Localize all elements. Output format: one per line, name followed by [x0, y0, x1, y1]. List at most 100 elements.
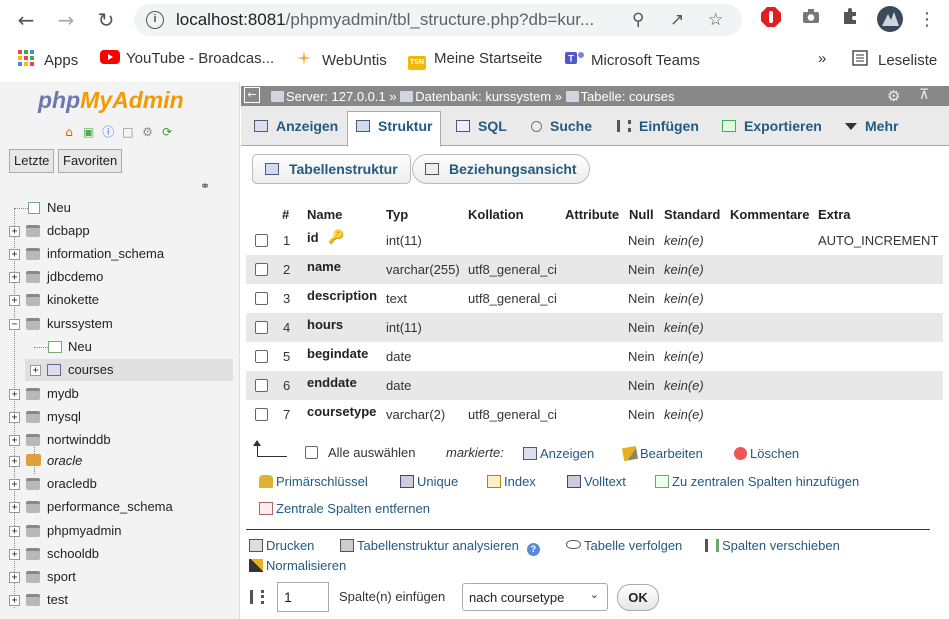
tree-db-sport[interactable]: + sport	[0, 566, 239, 588]
expand-icon[interactable]: +	[9, 295, 20, 306]
table-structure-button[interactable]: Tabellenstruktur	[252, 154, 411, 184]
collapse-icon[interactable]: −	[9, 319, 20, 330]
expand-icon[interactable]: +	[9, 412, 20, 423]
extensions-puzzle-icon[interactable]	[840, 6, 866, 32]
breadcrumb-table[interactable]: Tabelle: courses	[581, 89, 675, 104]
tree-db-kinokette[interactable]: + kinokette	[0, 289, 239, 311]
bulk-show-link[interactable]: Anzeigen	[523, 446, 594, 461]
reload-icon[interactable]: ↻	[92, 6, 120, 34]
expand-icon[interactable]: +	[9, 435, 20, 446]
expand-icon[interactable]: +	[30, 365, 41, 376]
bookmark-star-icon[interactable]: ☆	[708, 10, 723, 30]
tab-structure[interactable]: Struktur	[347, 111, 442, 147]
help-icon[interactable]: ?	[526, 543, 540, 556]
phpmyadmin-logo[interactable]: phpMyAdmin	[38, 87, 184, 114]
logout-icon[interactable]: ▣	[82, 125, 96, 139]
expand-icon[interactable]: +	[9, 549, 20, 560]
bookmark-youtube[interactable]: YouTube - Broadcas...	[100, 50, 274, 67]
bookmarks-more[interactable]: »	[818, 50, 826, 67]
adblock-extension-icon[interactable]	[760, 6, 786, 32]
tree-table-courses[interactable]: + courses	[25, 359, 233, 381]
settings-icon[interactable]: ⚙	[141, 125, 155, 139]
index-link[interactable]: Index	[487, 474, 536, 489]
recent-tab[interactable]: Letzte	[9, 149, 55, 173]
bulk-edit-link[interactable]: Bearbeiten	[621, 445, 703, 462]
tree-group-oracle[interactable]: + oracle	[0, 450, 239, 472]
expand-icon[interactable]: +	[9, 389, 20, 400]
expand-icon[interactable]: +	[9, 249, 20, 260]
column-position-select[interactable]: nach coursetype ⌄	[462, 583, 608, 611]
primary-key-link[interactable]: Primärschlüssel	[259, 474, 368, 489]
expand-icon[interactable]: +	[9, 572, 20, 583]
unique-link[interactable]: Unique	[400, 474, 458, 489]
tree-db-oracledb[interactable]: + oracledb	[0, 473, 239, 495]
tab-export[interactable]: Exportieren	[714, 112, 830, 146]
row-checkbox[interactable]	[255, 379, 268, 392]
tab-more[interactable]: Mehr	[837, 112, 906, 146]
back-arrow-icon[interactable]: ←	[12, 6, 40, 34]
tree-db-schooldb[interactable]: + schooldb	[0, 543, 239, 565]
bookmark-startseite[interactable]: TSN Meine Startseite	[408, 50, 542, 70]
tree-db-kurssystem[interactable]: − kurssystem	[0, 313, 239, 335]
tab-search[interactable]: Suche	[523, 112, 600, 146]
link-chain-icon[interactable]: ⚭	[200, 179, 210, 193]
camera-extension-icon[interactable]	[801, 6, 827, 32]
tree-db-mysql[interactable]: + mysql	[0, 406, 239, 428]
tab-insert[interactable]: Einfügen	[609, 112, 707, 146]
normalize-link[interactable]: Normalisieren	[249, 558, 346, 573]
row-checkbox[interactable]	[255, 408, 268, 421]
breadcrumb-server[interactable]: Server: 127.0.0.1	[286, 89, 386, 104]
tree-new-table[interactable]: Neu	[0, 336, 239, 358]
expand-icon[interactable]: +	[9, 526, 20, 537]
expand-icon[interactable]: +	[9, 479, 20, 490]
bulk-delete-link[interactable]: Löschen	[734, 446, 799, 461]
docs-icon[interactable]: □	[121, 125, 135, 139]
row-checkbox[interactable]	[255, 350, 268, 363]
tree-db-performance-schema[interactable]: + performance_schema	[0, 496, 239, 518]
address-bar[interactable]: i localhost:8081/phpmyadmin/tbl_structur…	[134, 4, 742, 36]
tree-db-test[interactable]: + test	[0, 589, 239, 611]
url-text[interactable]: localhost:8081/phpmyadmin/tbl_structure.…	[176, 10, 594, 30]
tree-db-jdbcdemo[interactable]: + jdbcdemo	[0, 266, 239, 288]
browser-menu-icon[interactable]: ⋮	[913, 6, 941, 34]
expand-icon[interactable]: +	[9, 502, 20, 513]
bookmark-webuntis[interactable]: WebUntis	[296, 50, 387, 69]
expand-icon[interactable]: +	[9, 272, 20, 283]
bookmark-apps[interactable]: Apps	[18, 50, 78, 69]
help-icon[interactable]: ⓘ	[101, 125, 115, 139]
tree-new-database[interactable]: Neu	[0, 197, 239, 219]
remove-central-columns-link[interactable]: Zentrale Spalten entfernen	[259, 501, 430, 516]
zoom-icon[interactable]: ⚲	[632, 10, 644, 30]
add-central-columns-link[interactable]: Zu zentralen Spalten hinzufügen	[655, 474, 859, 489]
row-checkbox[interactable]	[255, 234, 268, 247]
track-table-link[interactable]: Tabelle verfolgen	[566, 538, 682, 553]
tree-db-mydb[interactable]: + mydb	[0, 383, 239, 405]
row-checkbox[interactable]	[255, 292, 268, 305]
select-all-label[interactable]: Alle auswählen	[328, 445, 415, 460]
scroll-top-icon[interactable]: ⊼	[919, 87, 929, 103]
favorites-tab[interactable]: Favoriten	[58, 149, 123, 173]
analyze-structure-link[interactable]: Tabellenstruktur analysieren?	[340, 538, 540, 556]
column-count-input[interactable]: 1	[277, 582, 329, 612]
expand-icon[interactable]: +	[9, 595, 20, 606]
profile-avatar[interactable]	[877, 6, 903, 32]
move-columns-link[interactable]: Spalten verschieben	[705, 538, 840, 553]
tree-db-information-schema[interactable]: + information_schema	[0, 243, 239, 265]
bookmark-teams[interactable]: T Microsoft Teams	[565, 50, 700, 69]
share-icon[interactable]: ↗	[670, 10, 684, 30]
gear-icon[interactable]: ⚙	[887, 87, 900, 105]
fulltext-link[interactable]: Volltext	[567, 474, 626, 489]
row-checkbox[interactable]	[255, 263, 268, 276]
expand-icon[interactable]: +	[9, 456, 20, 467]
tree-db-phpmyadmin[interactable]: + phpmyadmin	[0, 520, 239, 542]
tab-browse[interactable]: Anzeigen	[246, 112, 346, 146]
tree-db-nortwinddb[interactable]: + nortwinddb	[0, 429, 239, 451]
tree-db-dcbapp[interactable]: + dcbapp	[0, 220, 239, 242]
refresh-icon[interactable]: ⟳	[160, 125, 174, 139]
select-all-checkbox[interactable]	[305, 446, 318, 459]
collapse-panel-icon[interactable]: ←	[244, 87, 260, 103]
expand-icon[interactable]: +	[9, 226, 20, 237]
home-icon[interactable]: ⌂	[62, 125, 76, 139]
breadcrumb-database[interactable]: Datenbank: kurssystem	[415, 89, 551, 104]
ok-button[interactable]: OK	[617, 584, 659, 611]
